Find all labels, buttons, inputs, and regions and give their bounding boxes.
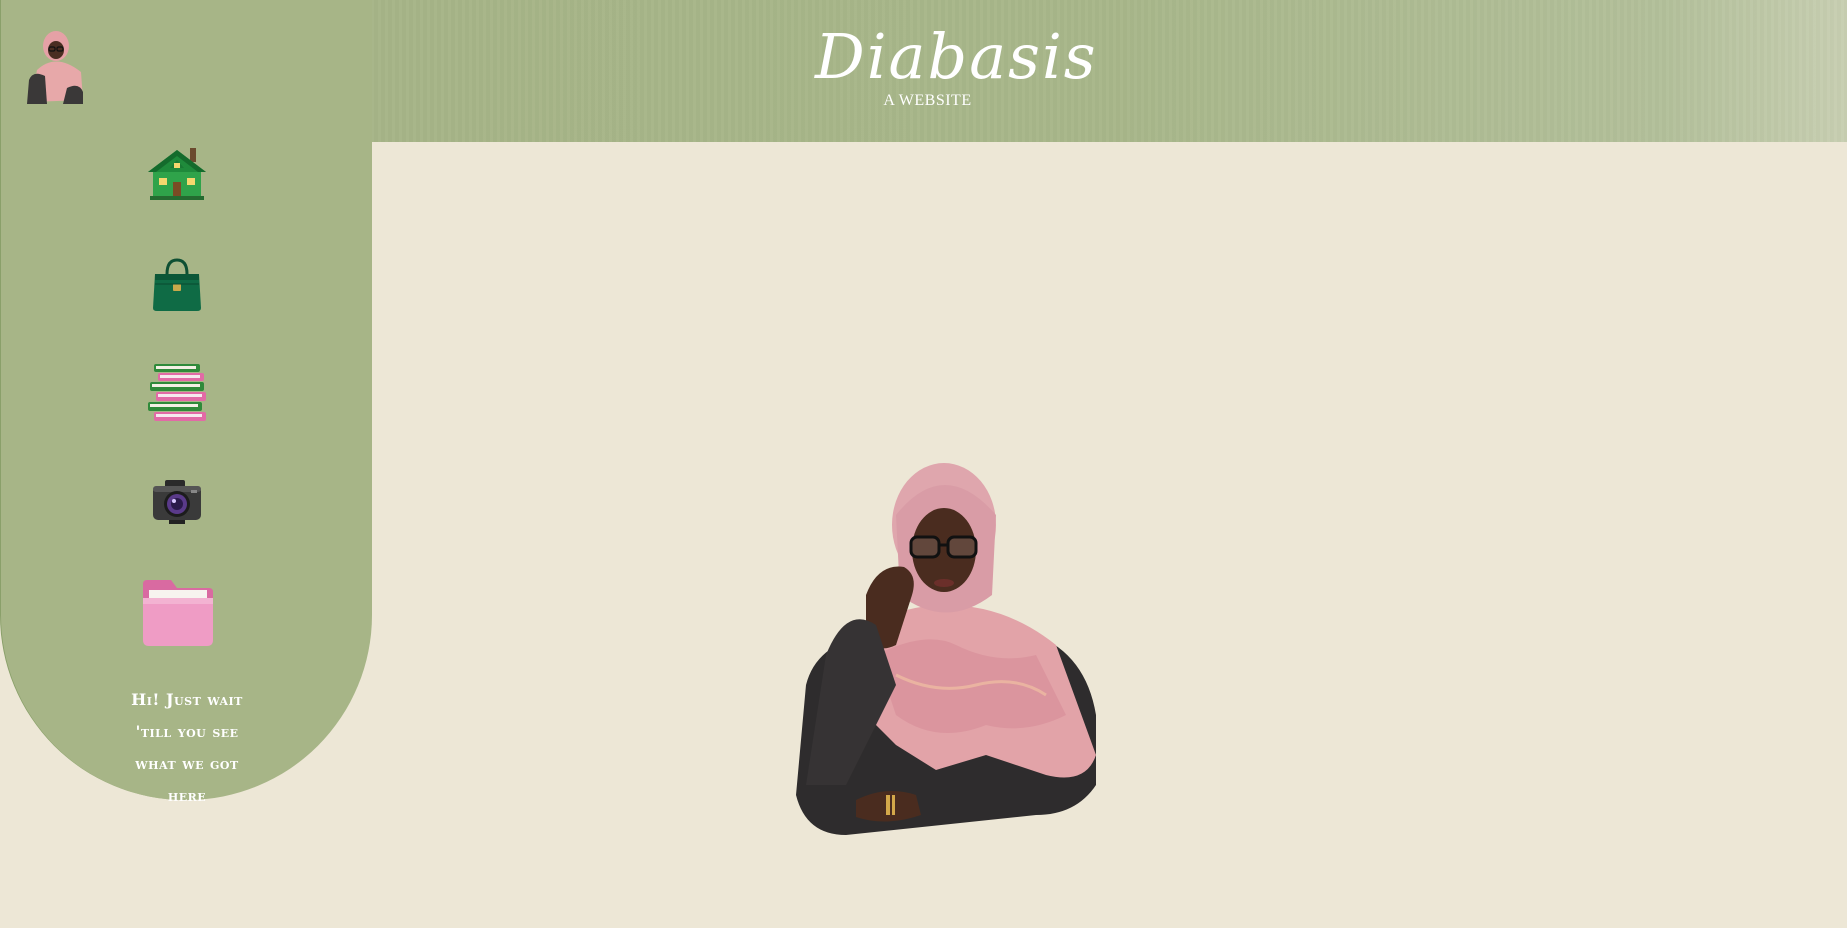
nav-gallery[interactable] xyxy=(151,476,203,526)
avatar-image xyxy=(27,31,83,104)
sidebar: Hi! Just wait 'till you see what we got … xyxy=(0,0,372,805)
portrait-image xyxy=(786,455,1116,840)
nav-shop[interactable] xyxy=(151,256,203,312)
avatar[interactable] xyxy=(23,22,89,106)
books-icon xyxy=(148,364,206,421)
house-icon xyxy=(148,148,206,200)
folder-icon xyxy=(143,580,213,646)
nav-home[interactable] xyxy=(146,146,208,202)
site-logo[interactable]: Diabasis A WEBSITE xyxy=(815,18,1098,128)
site-title: Diabasis xyxy=(815,20,1098,93)
portrait-illustration xyxy=(796,463,1096,835)
nav-library[interactable] xyxy=(146,362,208,424)
nav-projects[interactable] xyxy=(139,572,217,650)
camera-icon xyxy=(153,480,201,524)
handbag-icon xyxy=(153,258,201,311)
page: Diabasis A WEBSITE Hi! Just wait 'till y… xyxy=(0,0,1847,928)
sidebar-tagline: Hi! Just wait 'till you see what we got … xyxy=(131,690,243,805)
